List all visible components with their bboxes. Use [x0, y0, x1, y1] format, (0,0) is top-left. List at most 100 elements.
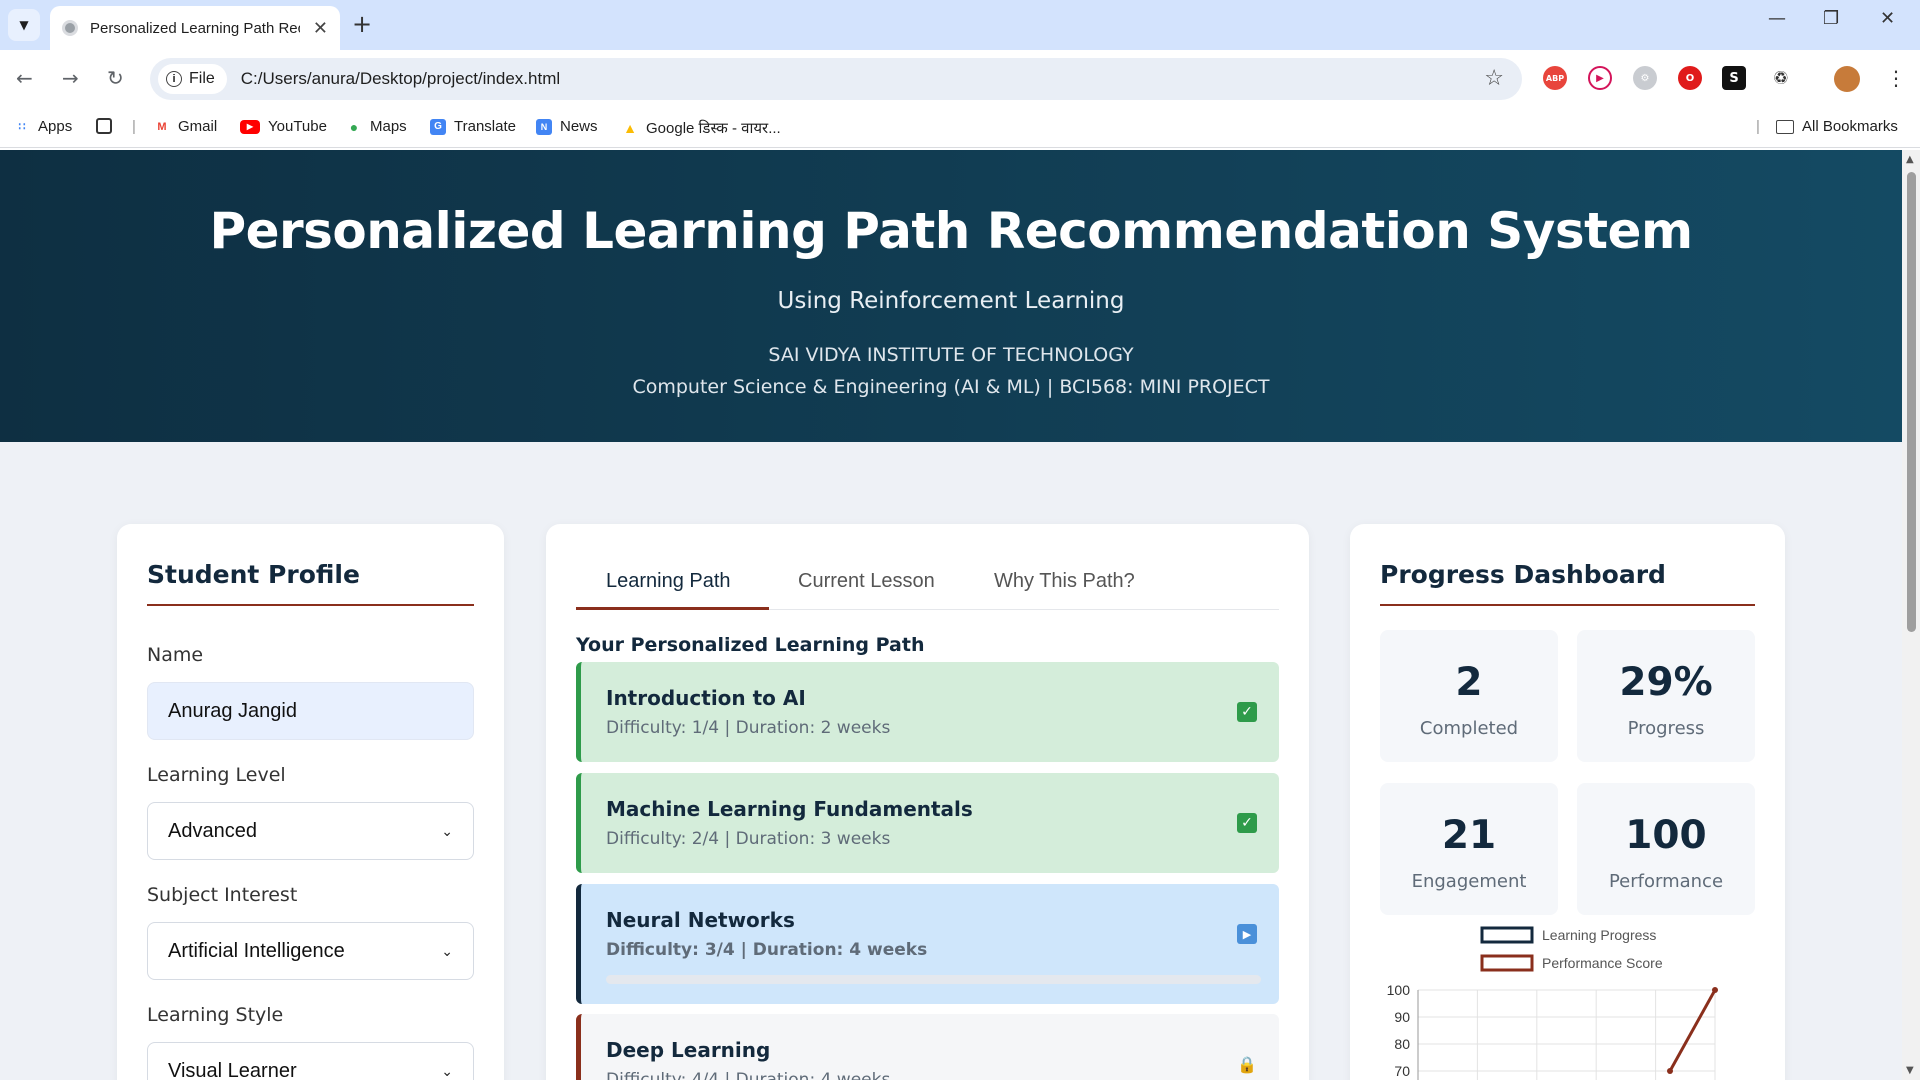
new-tab-icon[interactable]: + — [352, 10, 372, 38]
learning-level-label: Learning Level — [147, 764, 286, 786]
name-value: Anurag Jangid — [168, 699, 297, 722]
course-progress-bar — [606, 975, 1261, 984]
bookmark-label: Gmail — [178, 118, 218, 135]
forward-icon[interactable]: → — [62, 66, 79, 90]
drive-icon: ▲ — [623, 120, 637, 136]
page-title: Personalized Learning Path Recommendatio… — [209, 202, 1693, 260]
name-input[interactable]: Anurag Jangid — [147, 682, 474, 740]
maps-pin-icon: ● — [349, 118, 359, 135]
opera-extension-icon[interactable]: O — [1678, 66, 1702, 90]
stat-progress: 29% Progress — [1577, 630, 1755, 762]
extensions-puzzle-icon[interactable]: ♽ — [1769, 66, 1793, 90]
card-title: Progress Dashboard — [1380, 560, 1666, 589]
info-icon: i — [166, 71, 182, 87]
course-card-current[interactable]: Neural Networks Difficulty: 3/4 | Durati… — [576, 884, 1279, 1004]
all-bookmarks[interactable]: All Bookmarks — [1776, 118, 1898, 135]
bookmark-gmail[interactable]: M Gmail — [154, 118, 217, 135]
bookmark-label: News — [560, 118, 598, 135]
bookmark-news[interactable]: N News — [536, 118, 598, 135]
title-divider — [147, 604, 474, 606]
learning-level-select[interactable]: Advanced ⌄ — [147, 802, 474, 860]
minimize-icon[interactable]: — — [1768, 8, 1786, 29]
learning-style-select[interactable]: Visual Learner ⌄ — [147, 1042, 474, 1080]
reload-icon[interactable]: ↻ — [107, 66, 124, 90]
address-bar[interactable]: i File C:/Users/anura/Desktop/project/in… — [150, 58, 1522, 100]
checkmark-icon: ✓ — [1237, 813, 1257, 833]
scroll-thumb[interactable] — [1907, 172, 1916, 632]
tab-why-this-path[interactable]: Why This Path? — [994, 570, 1135, 593]
browser-tab-strip: ▼ Personalized Learning Path Rec ✕ + — ❐… — [0, 0, 1920, 50]
close-window-icon[interactable]: ✕ — [1880, 8, 1895, 29]
browser-toolbar: ← → ↻ i File C:/Users/anura/Desktop/proj… — [0, 50, 1920, 108]
menu-kebab-icon[interactable]: ⋮ — [1886, 66, 1906, 90]
legend-swatch — [1480, 926, 1534, 944]
page-scrollbar[interactable]: ▲ ▼ — [1902, 150, 1920, 1080]
chevron-down-icon: ⌄ — [441, 822, 453, 839]
path-tabs: Learning Path Current Lesson Why This Pa… — [576, 548, 1279, 610]
url-text[interactable]: C:/Users/anura/Desktop/project/index.htm… — [241, 69, 560, 89]
browser-tab[interactable]: Personalized Learning Path Rec ✕ — [50, 6, 340, 50]
page-subtitle: Using Reinforcement Learning — [777, 288, 1125, 314]
apps-grid-icon: ∷ — [18, 121, 26, 133]
stat-label: Engagement — [1411, 871, 1527, 892]
course-name: Neural Networks — [606, 908, 795, 932]
course-card[interactable]: Introduction to AI Difficulty: 1/4 | Dur… — [576, 662, 1279, 762]
y-tick-label: 90 — [1394, 1009, 1410, 1025]
card-title: Student Profile — [147, 560, 360, 589]
course-card[interactable]: Machine Learning Fundamentals Difficulty… — [576, 773, 1279, 873]
folder-icon — [1776, 119, 1794, 134]
progress-line-chart: Learning Progress Performance Score 100 90 8… — [1387, 926, 1718, 1080]
checkmark-icon: ✓ — [1237, 702, 1257, 722]
close-tab-icon[interactable]: ✕ — [313, 18, 328, 39]
learning-style-label: Learning Style — [147, 1004, 284, 1026]
bookmark-maps[interactable]: ● Maps — [346, 118, 407, 135]
bookmark-label: Apps — [38, 118, 73, 135]
y-tick-label: 80 — [1394, 1036, 1410, 1052]
scroll-down-icon[interactable]: ▼ — [1906, 1065, 1914, 1076]
subject-interest-select[interactable]: Artificial Intelligence ⌄ — [147, 922, 474, 980]
youtube-icon: ▶ — [240, 119, 260, 134]
restore-icon[interactable]: ❐ — [1823, 8, 1839, 29]
extension-gear-icon[interactable]: ⚙ — [1633, 66, 1657, 90]
stat-value: 21 — [1441, 813, 1497, 858]
department-line: Computer Science & Engineering (AI & ML)… — [632, 376, 1270, 398]
course-name: Machine Learning Fundamentals — [606, 797, 973, 821]
tab-learning-path[interactable]: Learning Path — [606, 570, 731, 593]
s-extension-icon[interactable]: S — [1722, 66, 1746, 90]
active-tab-indicator — [576, 607, 769, 610]
course-card-locked[interactable]: Deep Learning Difficulty: 4/4 | Duration… — [576, 1014, 1279, 1080]
legend-label: Learning Progress — [1542, 927, 1656, 943]
stat-performance: 100 Performance — [1577, 783, 1755, 915]
legend-label: Performance Score — [1542, 955, 1663, 971]
media-extension-icon[interactable]: ▶ — [1588, 66, 1612, 90]
scheme-label: File — [189, 70, 215, 87]
bookmark-separator: | — [132, 118, 136, 135]
bookmark-star-icon[interactable]: ☆ — [1484, 66, 1504, 91]
tab-groups-icon[interactable] — [96, 118, 120, 134]
stat-value: 100 — [1625, 813, 1707, 858]
bookmark-label: Maps — [370, 118, 407, 135]
series-point — [1712, 987, 1718, 993]
subject-interest-label: Subject Interest — [147, 884, 298, 906]
bookmark-google-drive[interactable]: ▲ Google डिस्क - वायर... — [622, 118, 781, 138]
tab-current-lesson[interactable]: Current Lesson — [798, 570, 935, 593]
course-meta: Difficulty: 2/4 | Duration: 3 weeks — [606, 829, 891, 849]
site-info-chip[interactable]: i File — [158, 64, 227, 94]
profile-avatar[interactable] — [1834, 66, 1860, 92]
bookmark-apps[interactable]: ∷ Apps — [14, 118, 73, 135]
grid-icon — [96, 118, 112, 134]
tab-search-icon[interactable]: ▼ — [8, 9, 40, 41]
bookmark-translate[interactable]: G Translate — [430, 118, 516, 135]
progress-dashboard-card: Progress Dashboard 2 Completed 29% Progr… — [1350, 524, 1785, 1080]
series-point — [1667, 1068, 1673, 1074]
scroll-up-icon[interactable]: ▲ — [1906, 154, 1914, 165]
adblock-icon[interactable]: ABP — [1543, 66, 1567, 90]
legend-swatch — [1480, 954, 1534, 972]
series-line — [1668, 989, 1717, 1072]
stat-value: 29% — [1619, 660, 1713, 705]
bookmark-label: Translate — [454, 118, 516, 135]
stat-label: Performance — [1608, 871, 1724, 892]
bookmark-youtube[interactable]: ▶ YouTube — [240, 118, 327, 135]
back-icon[interactable]: ← — [16, 66, 33, 90]
all-bookmarks-label: All Bookmarks — [1802, 118, 1898, 135]
